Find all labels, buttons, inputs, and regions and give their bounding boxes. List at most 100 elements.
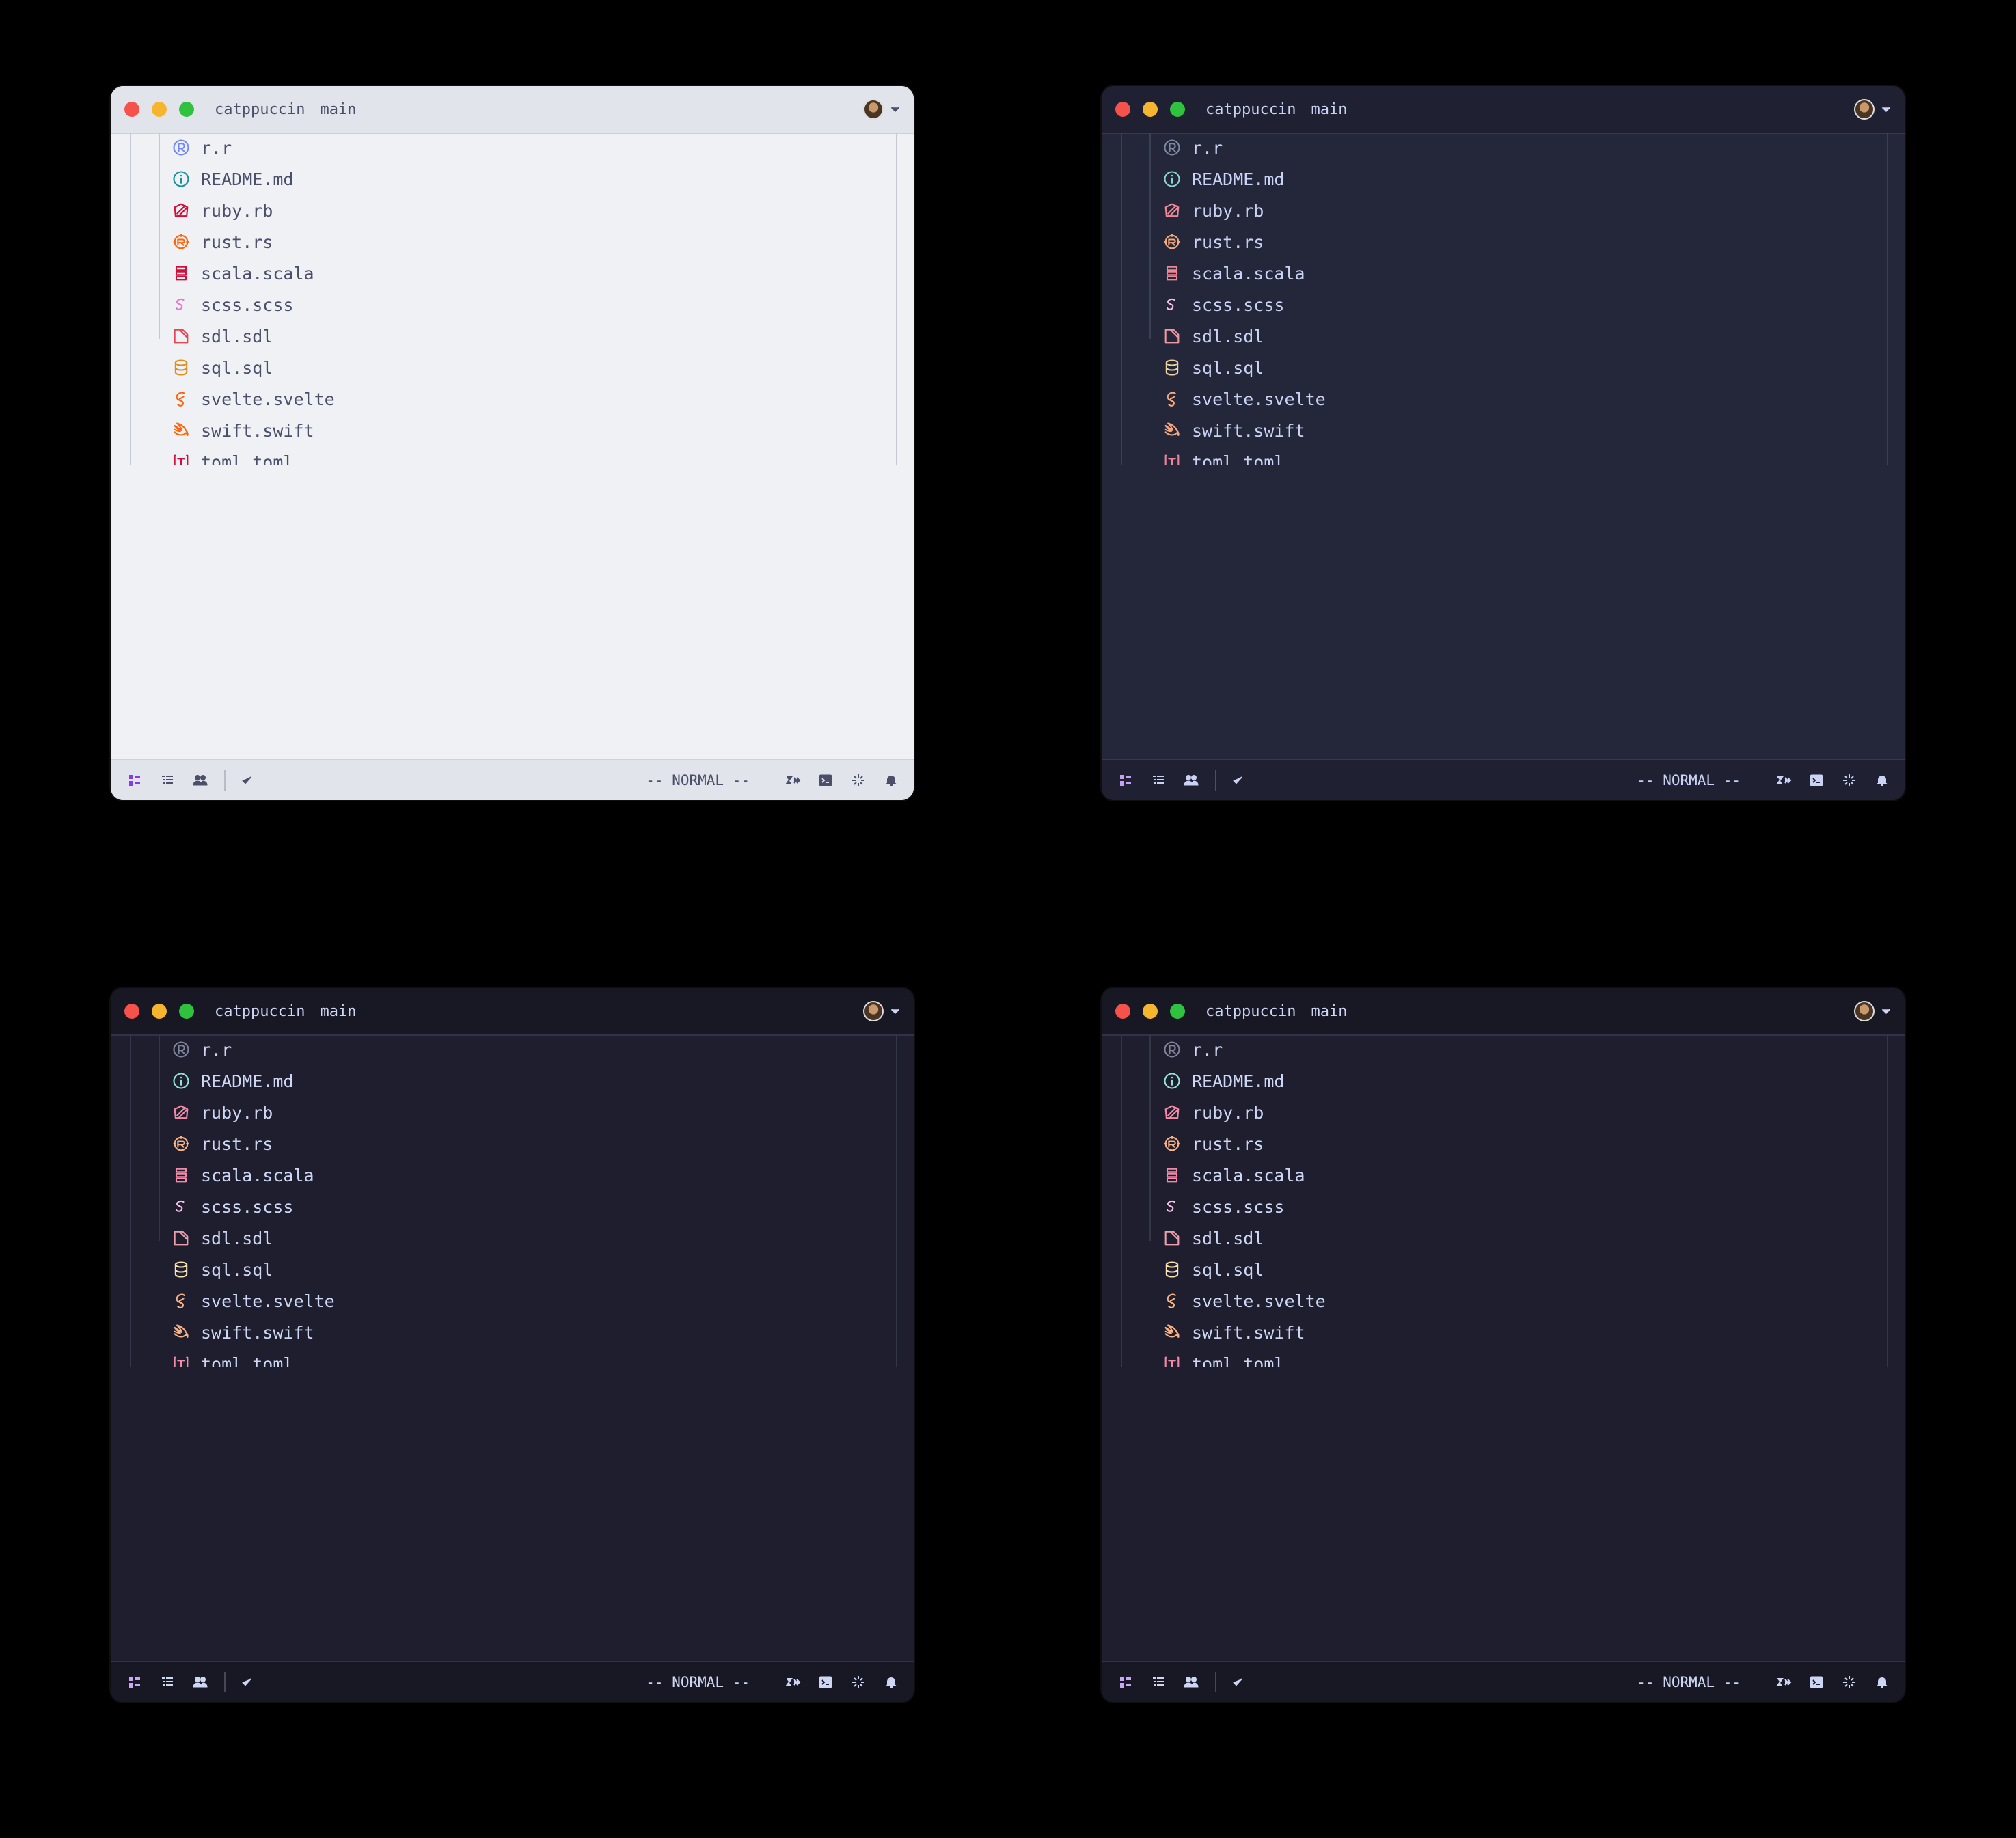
terminal-icon[interactable] (817, 771, 834, 789)
user-menu[interactable] (1854, 1001, 1894, 1021)
file-item-swift-swift[interactable]: swift.swift (171, 415, 314, 446)
terminal-icon[interactable] (1808, 1673, 1825, 1691)
branch-name[interactable]: main (320, 1003, 356, 1020)
zed-predict-icon[interactable] (784, 771, 802, 789)
chevron-down-icon[interactable] (1879, 1004, 1894, 1019)
file-item-sdl-sdl[interactable]: sdl.sdl (1162, 320, 1264, 352)
assistant-icon[interactable] (849, 771, 867, 789)
user-menu[interactable] (863, 1001, 903, 1021)
chevron-down-icon[interactable] (888, 1004, 903, 1019)
file-item-sql-sql[interactable]: sql.sql (1162, 352, 1264, 383)
project-name[interactable]: catppuccin (1205, 1003, 1296, 1020)
user-menu[interactable] (863, 99, 903, 120)
avatar[interactable] (863, 1001, 884, 1021)
file-item-ruby-rb[interactable]: ruby.rb (1162, 195, 1264, 226)
minimize-button[interactable] (152, 1004, 167, 1019)
minimize-button[interactable] (1143, 102, 1158, 117)
file-item-svelte-svelte[interactable]: svelte.svelte (171, 1285, 335, 1317)
diagnostics-check-icon[interactable] (1229, 771, 1247, 789)
collaborators-icon[interactable] (191, 1673, 209, 1691)
file-item-r-r[interactable]: r.r (171, 1034, 232, 1065)
close-button[interactable] (124, 1004, 139, 1019)
zed-predict-icon[interactable] (784, 1673, 802, 1691)
file-item-sdl-sdl[interactable]: sdl.sdl (1162, 1222, 1264, 1254)
user-menu[interactable] (1854, 99, 1894, 120)
file-item-readme-md[interactable]: README.md (1162, 1065, 1284, 1097)
file-item-rust-rs[interactable]: rust.rs (171, 1128, 273, 1160)
file-item-scala-scala[interactable]: scala.scala (171, 258, 314, 289)
minimize-button[interactable] (152, 102, 167, 117)
file-item-ruby-rb[interactable]: ruby.rb (1162, 1097, 1264, 1128)
assistant-icon[interactable] (1840, 771, 1858, 789)
close-button[interactable] (1115, 102, 1130, 117)
bell-icon[interactable] (882, 1673, 900, 1691)
project-name[interactable]: catppuccin (1205, 101, 1296, 118)
bell-icon[interactable] (1873, 771, 1891, 789)
zed-predict-icon[interactable] (1775, 1673, 1793, 1691)
file-item-scala-scala[interactable]: scala.scala (1162, 1160, 1305, 1191)
minimize-button[interactable] (1143, 1004, 1158, 1019)
project-name[interactable]: catppuccin (215, 101, 305, 118)
avatar[interactable] (863, 99, 884, 120)
branch-name[interactable]: main (320, 101, 356, 118)
file-item-scala-scala[interactable]: scala.scala (1162, 258, 1305, 289)
chevron-down-icon[interactable] (888, 102, 903, 117)
bell-icon[interactable] (1873, 1673, 1891, 1691)
file-item-scss-scss[interactable]: scss.scss (1162, 289, 1284, 320)
file-item-scss-scss[interactable]: scss.scss (1162, 1191, 1284, 1222)
project-panel-icon[interactable] (126, 771, 144, 789)
file-item-r-r[interactable]: r.r (1162, 1034, 1223, 1065)
file-item-sdl-sdl[interactable]: sdl.sdl (171, 320, 273, 352)
file-item-rust-rs[interactable]: rust.rs (171, 226, 273, 258)
terminal-icon[interactable] (817, 1673, 834, 1691)
maximize-button[interactable] (1170, 1004, 1185, 1019)
chevron-down-icon[interactable] (1879, 102, 1894, 117)
collaborators-icon[interactable] (1182, 1673, 1200, 1691)
file-item-rust-rs[interactable]: rust.rs (1162, 226, 1264, 258)
file-item-scss-scss[interactable]: scss.scss (171, 289, 293, 320)
file-item-swift-swift[interactable]: swift.swift (1162, 1317, 1305, 1348)
file-item-toml-toml[interactable]: toml.toml (171, 1348, 293, 1367)
file-item-sql-sql[interactable]: sql.sql (171, 352, 273, 383)
file-item-svelte-svelte[interactable]: svelte.svelte (1162, 383, 1326, 415)
file-item-toml-toml[interactable]: toml.toml (171, 446, 293, 465)
collaborators-icon[interactable] (1182, 771, 1200, 789)
file-item-toml-toml[interactable]: toml.toml (1162, 1348, 1284, 1367)
bell-icon[interactable] (882, 771, 900, 789)
avatar[interactable] (1854, 1001, 1875, 1021)
file-item-r-r[interactable]: r.r (1162, 133, 1223, 163)
file-item-ruby-rb[interactable]: ruby.rb (171, 1097, 273, 1128)
avatar[interactable] (1854, 99, 1875, 120)
file-item-sql-sql[interactable]: sql.sql (171, 1254, 273, 1285)
project-panel-icon[interactable] (1117, 1673, 1134, 1691)
assistant-icon[interactable] (1840, 1673, 1858, 1691)
file-item-readme-md[interactable]: README.md (171, 1065, 293, 1097)
assistant-icon[interactable] (849, 1673, 867, 1691)
terminal-icon[interactable] (1808, 771, 1825, 789)
file-item-r-r[interactable]: r.r (171, 133, 232, 163)
file-item-swift-swift[interactable]: swift.swift (171, 1317, 314, 1348)
outline-icon[interactable] (1149, 771, 1167, 789)
file-item-rust-rs[interactable]: rust.rs (1162, 1128, 1264, 1160)
file-item-sdl-sdl[interactable]: sdl.sdl (171, 1222, 273, 1254)
diagnostics-check-icon[interactable] (1229, 1673, 1247, 1691)
file-item-svelte-svelte[interactable]: svelte.svelte (171, 383, 335, 415)
maximize-button[interactable] (179, 102, 194, 117)
branch-name[interactable]: main (1311, 101, 1347, 118)
file-item-readme-md[interactable]: README.md (1162, 163, 1284, 195)
close-button[interactable] (1115, 1004, 1130, 1019)
project-panel-icon[interactable] (1117, 771, 1134, 789)
close-button[interactable] (124, 102, 139, 117)
branch-name[interactable]: main (1311, 1003, 1347, 1020)
collaborators-icon[interactable] (191, 771, 209, 789)
outline-icon[interactable] (159, 1673, 176, 1691)
file-item-scss-scss[interactable]: scss.scss (171, 1191, 293, 1222)
outline-icon[interactable] (159, 771, 176, 789)
file-item-toml-toml[interactable]: toml.toml (1162, 446, 1284, 465)
project-panel-icon[interactable] (126, 1673, 144, 1691)
zed-predict-icon[interactable] (1775, 771, 1793, 789)
file-item-swift-swift[interactable]: swift.swift (1162, 415, 1305, 446)
project-name[interactable]: catppuccin (215, 1003, 305, 1020)
maximize-button[interactable] (179, 1004, 194, 1019)
file-item-scala-scala[interactable]: scala.scala (171, 1160, 314, 1191)
